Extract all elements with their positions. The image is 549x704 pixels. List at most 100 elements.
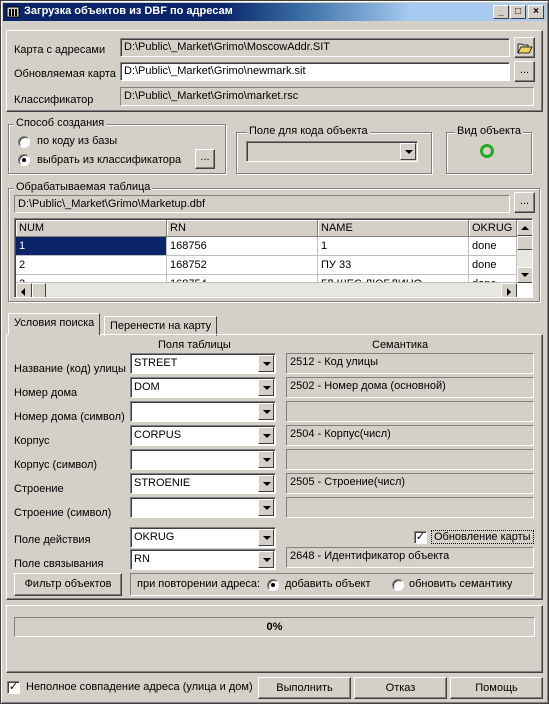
- object-point-icon[interactable]: [480, 144, 494, 158]
- code-field-combo[interactable]: [246, 141, 418, 162]
- scroll-down-icon[interactable]: [517, 267, 532, 283]
- table-cell[interactable]: 168756: [167, 237, 318, 256]
- data-table[interactable]: NUM RN NAME OKRUG 1 168756 1 done 2 1687…: [14, 218, 533, 298]
- scroll-up-icon[interactable]: [517, 220, 532, 236]
- corpus-combo[interactable]: CORPUS: [130, 425, 276, 446]
- semantics-header: Семантика: [372, 339, 429, 351]
- table-path-field: D:\Public\_Market\Grimo\Marketup.dbf: [14, 195, 510, 213]
- building-value: STROENIE: [134, 477, 191, 489]
- corpus-label: Корпус: [14, 435, 50, 447]
- action-field-combo[interactable]: OKRUG: [130, 527, 276, 548]
- progress-text: 0%: [266, 621, 283, 633]
- updated-map-browse-button[interactable]: ...: [514, 61, 535, 82]
- update-map-checkbox[interactable]: ✓: [414, 531, 427, 544]
- update-semantics-radio[interactable]: [392, 579, 404, 591]
- partial-match-label: Неполное совпадение адреса (улица и дом): [26, 681, 253, 693]
- table-cell[interactable]: ПУ 33: [318, 256, 469, 275]
- column-header[interactable]: RN: [167, 220, 318, 237]
- house-number-combo[interactable]: DOM: [130, 377, 276, 398]
- house-symbol-label: Номер дома (символ): [14, 411, 125, 423]
- table-cell[interactable]: ГЛ ШЕС ЛЮБЛИНО: [318, 275, 469, 283]
- house-number-label: Номер дома: [14, 387, 78, 399]
- open-folder-button[interactable]: [514, 37, 535, 58]
- table-cell[interactable]: done: [469, 256, 517, 275]
- by-code-radio[interactable]: [18, 136, 30, 148]
- building-symbol-label: Строение (символ): [14, 507, 112, 519]
- house-symbol-combo[interactable]: [130, 401, 276, 422]
- link-field-combo[interactable]: RN: [130, 549, 276, 570]
- folder-open-icon: [517, 43, 533, 54]
- cancel-button[interactable]: Отказ: [354, 677, 447, 699]
- chevron-down-icon[interactable]: [258, 427, 274, 444]
- link-semantic: 2648 - Идентификатор объекта: [286, 547, 534, 568]
- horizontal-scrollbar[interactable]: [16, 283, 517, 297]
- table-cell[interactable]: 1: [16, 237, 167, 256]
- processed-table-title: Обрабатываемая таблица: [14, 181, 153, 193]
- column-header[interactable]: NUM: [16, 220, 167, 237]
- add-object-label: добавить объект: [285, 578, 371, 590]
- object-view-title: Вид объекта: [455, 125, 523, 137]
- building-symbol-combo[interactable]: [130, 497, 276, 518]
- corpus-symbol-combo[interactable]: [130, 449, 276, 470]
- action-field-label: Поле действия: [14, 534, 91, 546]
- close-button[interactable]: ×: [528, 5, 544, 19]
- table-cell[interactable]: 168754: [167, 275, 318, 283]
- chevron-down-icon[interactable]: [258, 355, 274, 372]
- updated-map-field[interactable]: D:\Public\_Market\Grimo\newmark.sit: [120, 62, 510, 81]
- chevron-down-icon[interactable]: [258, 379, 274, 396]
- link-field-value: RN: [134, 553, 150, 565]
- chevron-down-icon[interactable]: [258, 475, 274, 492]
- run-button[interactable]: Выполнить: [258, 677, 351, 699]
- horizontal-scroll-thumb[interactable]: [32, 283, 46, 297]
- street-combo[interactable]: STREET: [130, 353, 276, 374]
- building-combo[interactable]: STROENIE: [130, 473, 276, 494]
- classifier-select-button[interactable]: ...: [195, 149, 215, 169]
- table-cell[interactable]: 2: [16, 256, 167, 275]
- radio-dot: [271, 583, 275, 587]
- column-header[interactable]: NAME: [318, 220, 469, 237]
- title-bar[interactable]: Загрузка объектов из DBF по адресам _ □ …: [3, 3, 546, 21]
- code-field-title: Поле для кода объекта: [247, 125, 370, 137]
- table-cell[interactable]: 168752: [167, 256, 318, 275]
- building-symbol-semantic: [286, 497, 534, 518]
- chevron-down-icon[interactable]: [258, 403, 274, 420]
- table-fields-header: Поля таблицы: [158, 339, 231, 351]
- table-browse-button[interactable]: ...: [514, 192, 535, 213]
- chevron-down-icon[interactable]: [258, 551, 274, 568]
- action-field-value: OKRUG: [134, 531, 175, 543]
- add-object-radio[interactable]: [267, 579, 279, 591]
- scroll-right-icon[interactable]: [501, 283, 517, 297]
- table-cell[interactable]: 1: [318, 237, 469, 256]
- chevron-down-icon[interactable]: [400, 143, 416, 160]
- scroll-left-icon[interactable]: [16, 283, 32, 297]
- chevron-down-icon[interactable]: [258, 451, 274, 468]
- chevron-down-icon[interactable]: [258, 499, 274, 516]
- table-cell[interactable]: 3: [16, 275, 167, 283]
- house-number-semantic: 2502 - Номер дома (основной): [286, 377, 534, 398]
- column-header[interactable]: OKRUG: [469, 220, 517, 237]
- from-classifier-radio[interactable]: [18, 154, 30, 166]
- building-semantic: 2505 - Строение(числ): [286, 473, 534, 494]
- classifier-label: Классификатор: [14, 94, 94, 106]
- address-map-label: Карта с адресами: [14, 44, 106, 56]
- street-semantic: 2512 - Код улицы: [286, 353, 534, 374]
- partial-match-checkbox[interactable]: ✓: [7, 681, 20, 694]
- tab-transfer-to-map[interactable]: Перенести на карту: [104, 316, 218, 336]
- filter-objects-button[interactable]: Фильтр объектов: [14, 573, 122, 596]
- window-title: Загрузка объектов из DBF по адресам: [24, 5, 233, 17]
- maximize-button[interactable]: □: [510, 5, 526, 19]
- corpus-symbol-label: Корпус (символ): [14, 459, 98, 471]
- street-label: Название (код) улицы: [14, 363, 126, 375]
- table-cell[interactable]: done: [469, 237, 517, 256]
- address-map-field[interactable]: D:\Public\_Market\Grimo\MoscowAddr.SIT: [120, 38, 510, 57]
- update-map-label: Обновление карты: [431, 530, 534, 544]
- minimize-button[interactable]: _: [493, 5, 509, 19]
- radio-dot: [22, 158, 26, 162]
- help-button[interactable]: Помощь: [450, 677, 543, 699]
- vertical-scroll-thumb[interactable]: [517, 236, 532, 250]
- tab-search-conditions[interactable]: Условия поиска: [8, 313, 101, 335]
- house-number-value: DOM: [134, 381, 160, 393]
- chevron-down-icon[interactable]: [258, 529, 274, 546]
- update-semantics-label: обновить семантику: [409, 578, 513, 590]
- table-cell[interactable]: done: [469, 275, 517, 283]
